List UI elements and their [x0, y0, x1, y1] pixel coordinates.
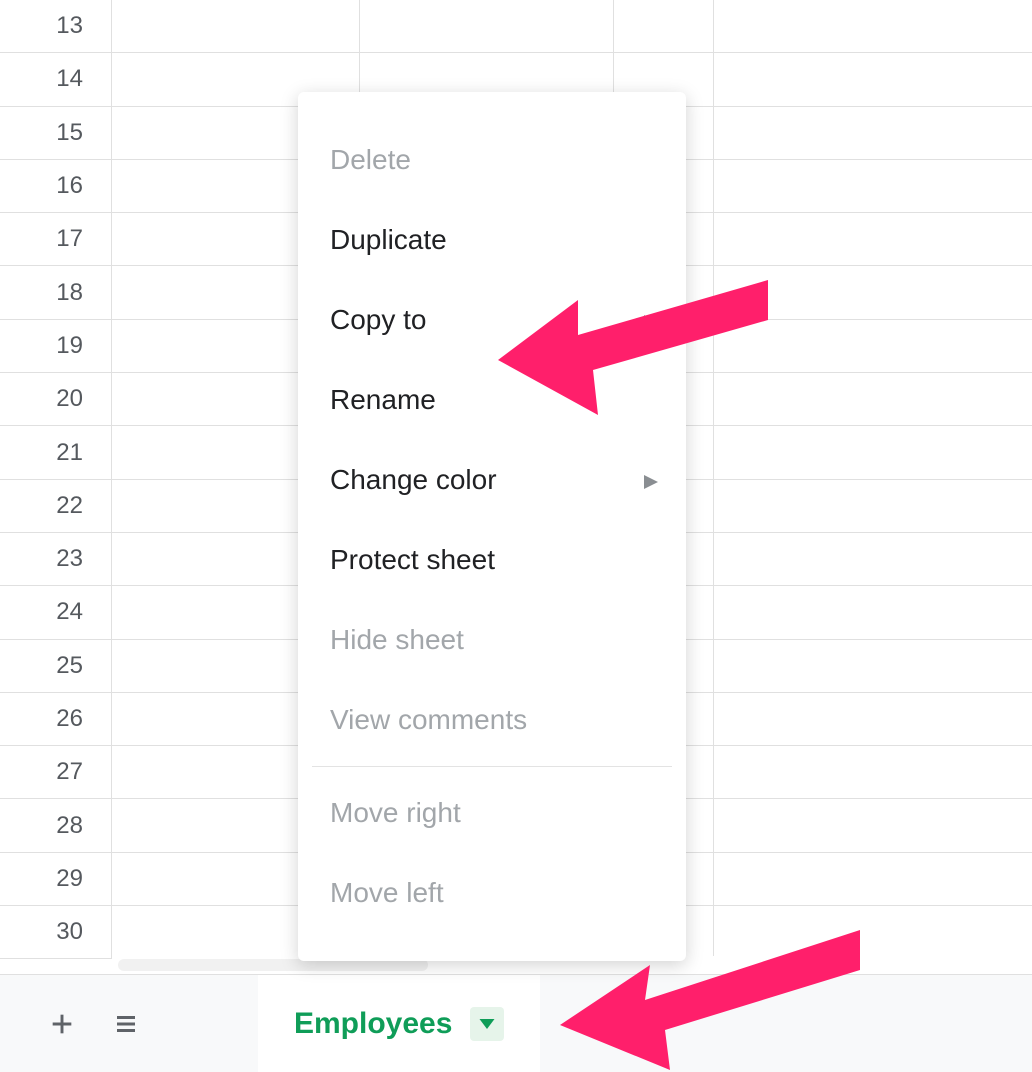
menu-protect-sheet[interactable]: Protect sheet	[298, 520, 686, 600]
cell[interactable]	[714, 480, 1032, 532]
sheet-tab-bar: Employees	[0, 974, 1032, 1072]
cell[interactable]	[614, 0, 714, 52]
row-header[interactable]: 21	[0, 426, 112, 478]
cell[interactable]	[714, 533, 1032, 585]
cell[interactable]	[714, 640, 1032, 692]
row-header[interactable]: 23	[0, 533, 112, 585]
menu-duplicate[interactable]: Duplicate	[298, 200, 686, 280]
menu-change-color[interactable]: Change color	[298, 440, 686, 520]
cell[interactable]	[714, 746, 1032, 798]
cell[interactable]	[714, 320, 1032, 372]
cell[interactable]	[714, 906, 1032, 958]
add-sheet-button[interactable]	[40, 1000, 84, 1048]
submenu-arrow-icon	[644, 464, 658, 496]
row-header[interactable]: 16	[0, 160, 112, 212]
cell[interactable]	[714, 266, 1032, 318]
all-sheets-icon	[112, 1012, 140, 1036]
menu-delete[interactable]: Delete	[298, 120, 686, 200]
cell[interactable]	[714, 693, 1032, 745]
cell[interactable]	[714, 586, 1032, 638]
row-header[interactable]: 29	[0, 853, 112, 905]
row-header[interactable]: 24	[0, 586, 112, 638]
row-header[interactable]: 19	[0, 320, 112, 372]
sheet-tab-context-menu: Delete Duplicate Copy to Rename Change c…	[298, 92, 686, 961]
cell[interactable]	[714, 426, 1032, 478]
row-header[interactable]: 27	[0, 746, 112, 798]
row-header[interactable]: 22	[0, 480, 112, 532]
menu-move-right[interactable]: Move right	[298, 773, 686, 853]
cell[interactable]	[714, 160, 1032, 212]
row-header[interactable]: 15	[0, 107, 112, 159]
row-header[interactable]: 28	[0, 799, 112, 851]
cell[interactable]	[714, 107, 1032, 159]
cell[interactable]	[714, 799, 1032, 851]
cell[interactable]	[714, 53, 1032, 105]
row-header[interactable]: 26	[0, 693, 112, 745]
row-header[interactable]: 25	[0, 640, 112, 692]
submenu-arrow-icon	[644, 304, 658, 336]
cell[interactable]	[714, 373, 1032, 425]
row-header[interactable]: 14	[0, 53, 112, 105]
sheet-tab-active[interactable]: Employees	[258, 975, 540, 1072]
row-header[interactable]: 18	[0, 266, 112, 318]
all-sheets-button[interactable]	[104, 1000, 148, 1048]
row-header[interactable]: 13	[0, 0, 112, 52]
menu-view-comments[interactable]: View comments	[298, 680, 686, 760]
row-header[interactable]: 17	[0, 213, 112, 265]
menu-separator	[312, 766, 672, 767]
sheet-tab-label: Employees	[294, 1007, 452, 1041]
row-header[interactable]: 20	[0, 373, 112, 425]
plus-icon	[48, 1010, 76, 1038]
cell[interactable]	[112, 0, 360, 52]
menu-copy-to[interactable]: Copy to	[298, 280, 686, 360]
menu-rename[interactable]: Rename	[298, 360, 686, 440]
cell[interactable]	[714, 213, 1032, 265]
cell[interactable]	[360, 0, 614, 52]
cell[interactable]	[714, 853, 1032, 905]
row-header[interactable]: 30	[0, 906, 112, 958]
caret-down-icon	[479, 1019, 495, 1029]
menu-hide-sheet[interactable]: Hide sheet	[298, 600, 686, 680]
sheet-tab-dropdown[interactable]	[470, 1007, 504, 1041]
menu-move-left[interactable]: Move left	[298, 853, 686, 933]
cell[interactable]	[714, 0, 1032, 52]
